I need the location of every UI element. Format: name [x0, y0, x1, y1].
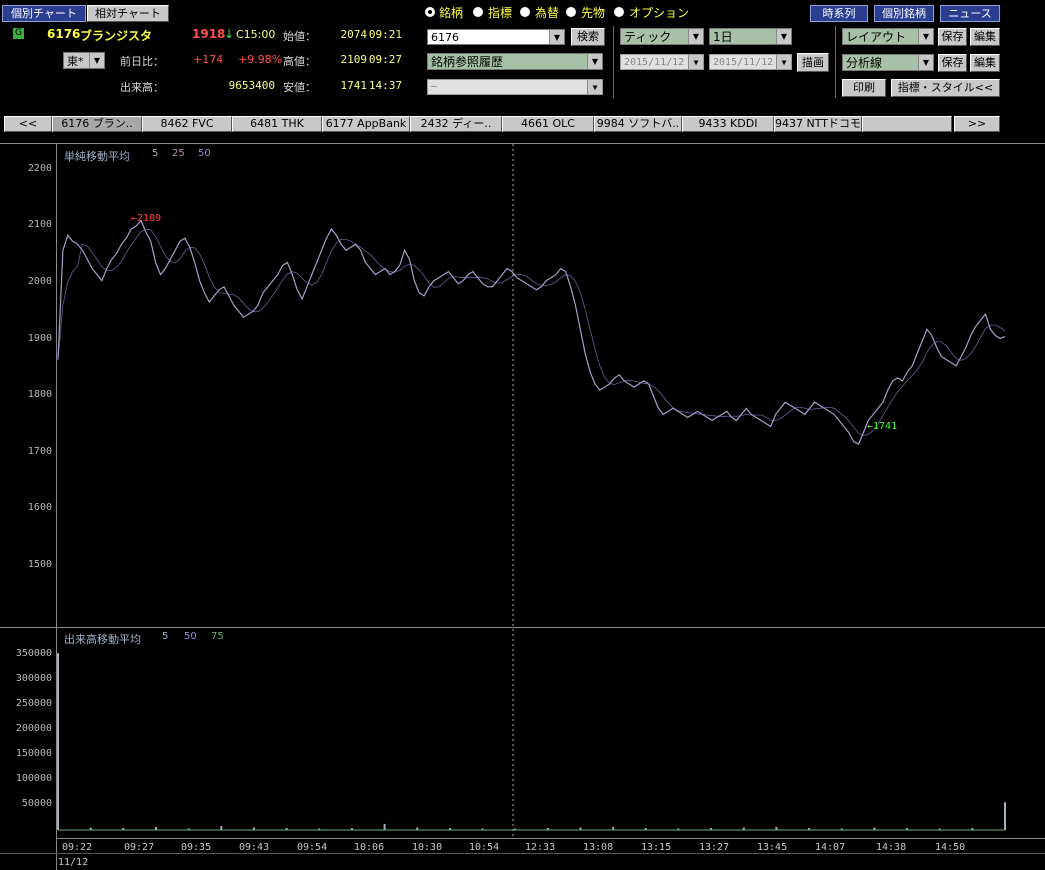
- volume-tick: 300000: [15, 673, 52, 684]
- price-ma-line: [57, 228, 1006, 436]
- x-tick: 09:43: [239, 842, 270, 853]
- volume-bar: [383, 823, 386, 830]
- volume-tick: 250000: [15, 698, 52, 709]
- volume-bar: [220, 826, 223, 830]
- x-tick: 09:27: [124, 842, 155, 853]
- x-tick: 09:54: [297, 842, 328, 853]
- x-tick: 14:38: [876, 842, 907, 853]
- x-tick: 10:54: [469, 842, 500, 853]
- high-annotation: ←2109: [131, 213, 162, 224]
- x-tick: 13:15: [641, 842, 672, 853]
- volume-panel-title: 出来高移動平均: [64, 633, 141, 646]
- x-tick: 13:45: [757, 842, 788, 853]
- volume-bars: [57, 653, 1006, 831]
- volume-ma-75: 75: [211, 631, 224, 642]
- volume-tick: 50000: [21, 798, 52, 809]
- volume-tick: 200000: [15, 723, 52, 734]
- x-tick: 13:08: [583, 842, 614, 853]
- volume-bar: [1004, 802, 1006, 830]
- x-tick: 09:22: [62, 842, 93, 853]
- x-tick: 14:50: [935, 842, 966, 853]
- volume-ma-50: 50: [184, 631, 197, 642]
- date-label: 11/12: [58, 857, 89, 868]
- x-tick: 10:30: [412, 842, 443, 853]
- x-tick: 09:35: [181, 842, 212, 853]
- x-tick: 13:27: [699, 842, 730, 853]
- price-chart: [57, 144, 1006, 838]
- low-annotation: ←1741: [867, 421, 898, 432]
- volume-tick: 100000: [15, 773, 52, 784]
- volume-tick: 150000: [15, 748, 52, 759]
- volume-ma-5: 5: [162, 631, 169, 642]
- volume-tick: 350000: [15, 648, 52, 659]
- x-tick: 10:06: [354, 842, 385, 853]
- volume-bar: [57, 653, 59, 830]
- x-tick: 14:07: [815, 842, 846, 853]
- x-tick: 12:33: [525, 842, 556, 853]
